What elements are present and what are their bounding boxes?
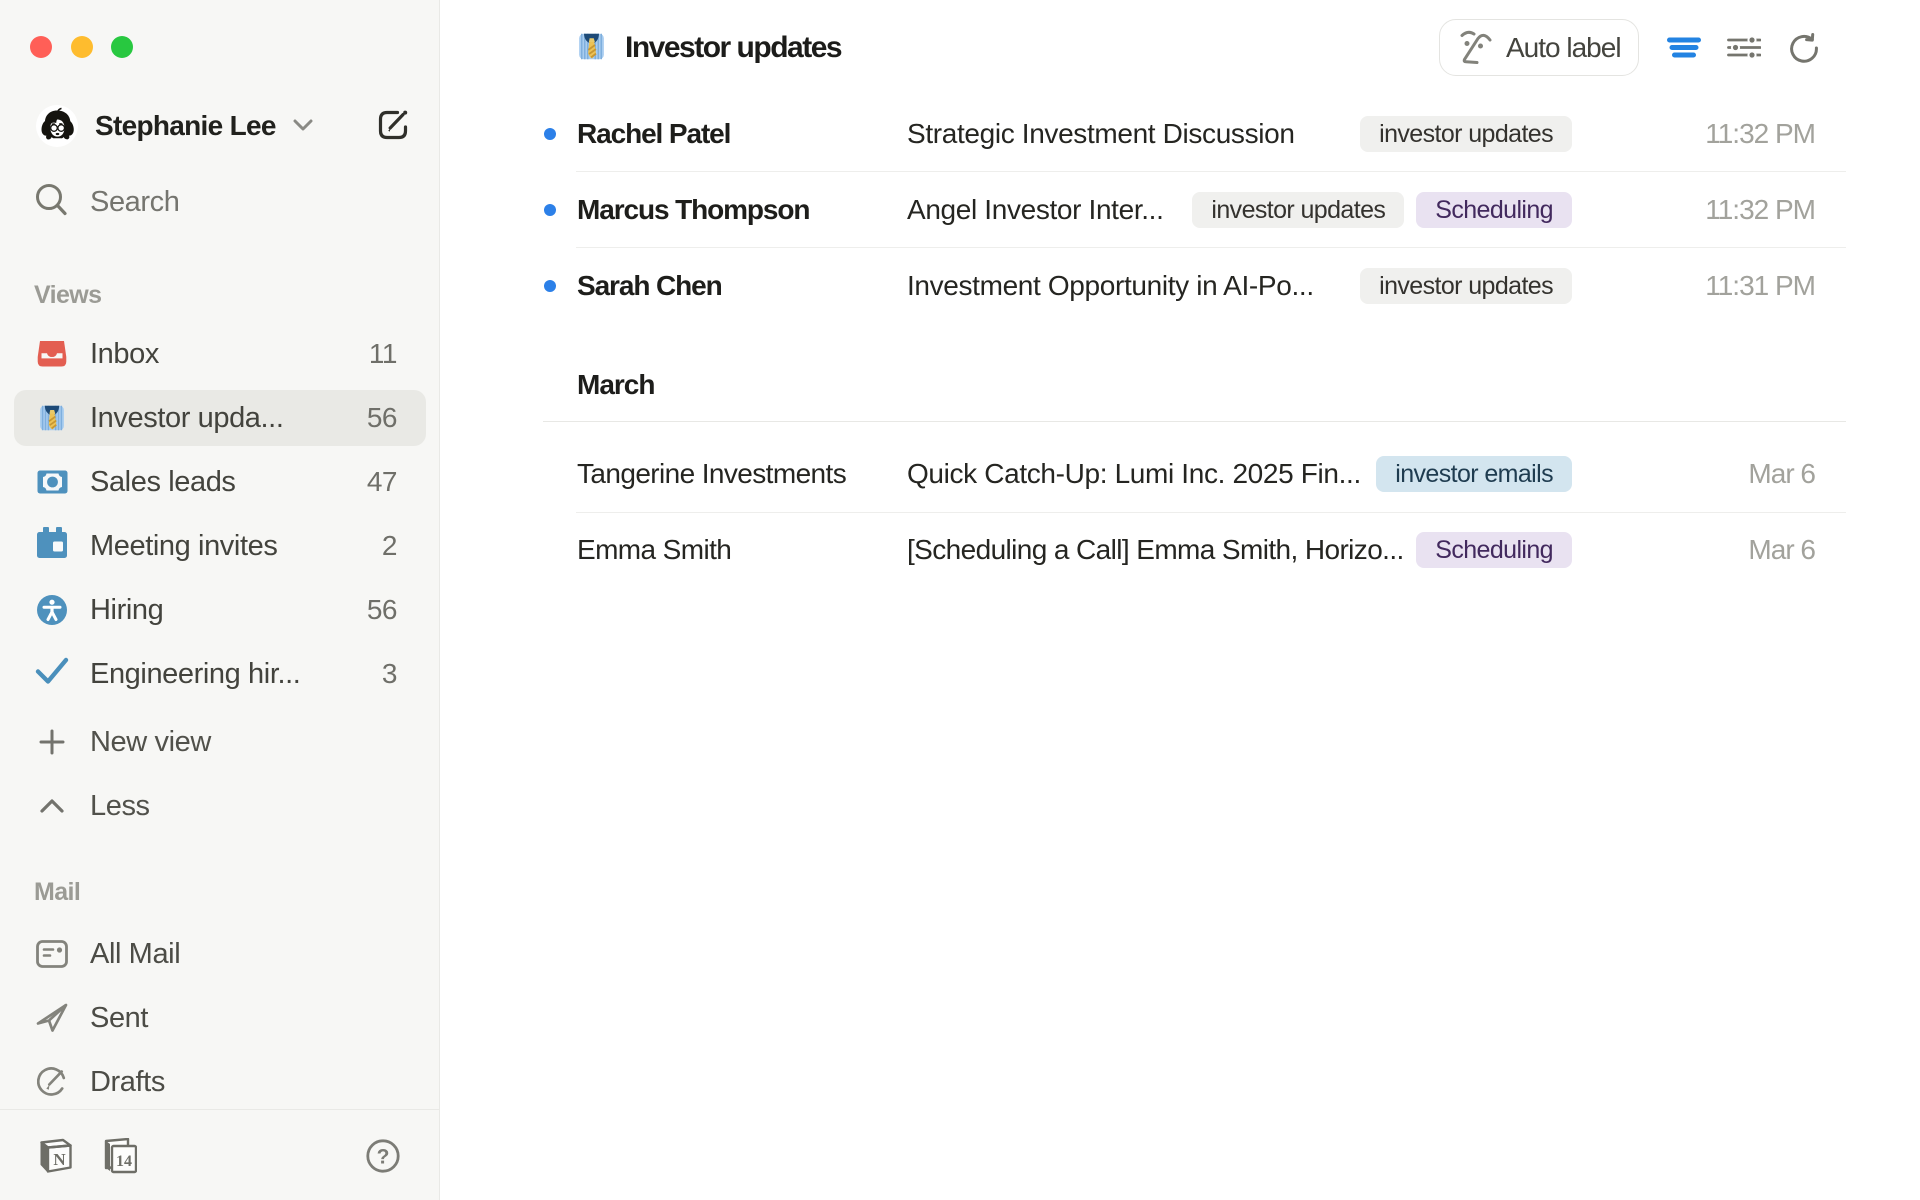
svg-text:14: 14 <box>116 1153 132 1170</box>
svg-text:N: N <box>53 1150 66 1169</box>
svg-text:?: ? <box>377 1146 390 1169</box>
